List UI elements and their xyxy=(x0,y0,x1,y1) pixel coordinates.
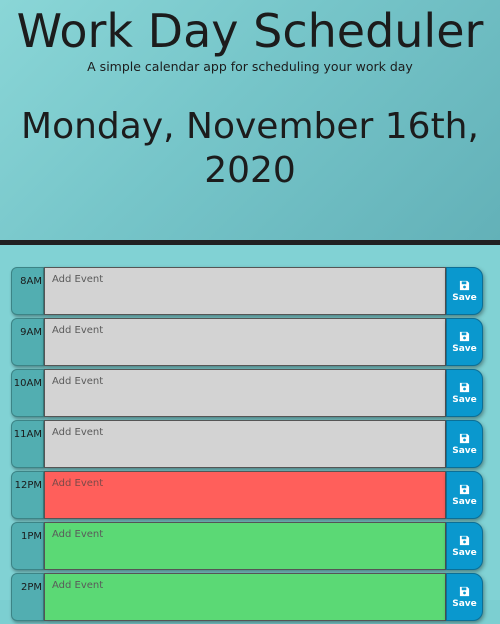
event-description-input[interactable] xyxy=(44,318,446,366)
save-button[interactable]: Save xyxy=(446,318,483,366)
event-description-input[interactable] xyxy=(44,267,446,315)
jumbotron-header: Work Day Scheduler A simple calendar app… xyxy=(0,0,500,240)
save-button-label: Save xyxy=(452,292,477,303)
hour-label: 10AM xyxy=(11,369,44,417)
timeblock-row: 11AM Save xyxy=(11,420,485,468)
save-button[interactable]: Save xyxy=(446,369,483,417)
floppy-disk-icon xyxy=(459,331,470,341)
current-day: Monday, November 16th, 2020 xyxy=(21,106,479,191)
event-description-input[interactable] xyxy=(44,522,446,570)
floppy-disk-icon xyxy=(459,586,470,596)
save-button[interactable]: Save xyxy=(446,420,483,468)
timeblock-row: 10AM Save xyxy=(11,369,485,417)
timeblock-row: 8AM Save xyxy=(11,267,485,315)
floppy-disk-icon xyxy=(459,382,470,392)
save-button-label: Save xyxy=(452,598,477,609)
save-button[interactable]: Save xyxy=(446,267,483,315)
scheduler-container: 8AM Save 9AM Save 10AM Save 11AM xyxy=(0,245,500,621)
floppy-disk-icon xyxy=(459,433,470,443)
save-button-label: Save xyxy=(452,496,477,507)
hour-label: 8AM xyxy=(11,267,44,315)
save-button-label: Save xyxy=(452,394,477,405)
save-button-label: Save xyxy=(452,445,477,456)
hour-label: 11AM xyxy=(11,420,44,468)
floppy-disk-icon xyxy=(459,535,470,545)
event-description-input[interactable] xyxy=(44,471,446,519)
save-button-label: Save xyxy=(452,547,477,558)
timeblock-list: 8AM Save 9AM Save 10AM Save 11AM xyxy=(11,267,485,624)
timeblock-row: 9AM Save xyxy=(11,318,485,366)
event-description-input[interactable] xyxy=(44,420,446,468)
floppy-disk-icon xyxy=(459,484,470,494)
event-description-input[interactable] xyxy=(44,573,446,621)
timeblock-row: 12PM Save xyxy=(11,471,485,519)
save-button[interactable]: Save xyxy=(446,471,483,519)
page-subtitle: A simple calendar app for scheduling you… xyxy=(87,59,413,74)
event-description-input[interactable] xyxy=(44,369,446,417)
hour-label: 9AM xyxy=(11,318,44,366)
timeblock-row: 2PM Save xyxy=(11,573,485,621)
timeblock-row: 1PM Save xyxy=(11,522,485,570)
hour-label: 2PM xyxy=(11,573,44,621)
save-button-label: Save xyxy=(452,343,477,354)
hour-label: 1PM xyxy=(11,522,44,570)
floppy-disk-icon xyxy=(459,280,470,290)
hour-label: 12PM xyxy=(11,471,44,519)
page-title: Work Day Scheduler xyxy=(16,4,484,58)
save-button[interactable]: Save xyxy=(446,522,483,570)
save-button[interactable]: Save xyxy=(446,573,483,621)
